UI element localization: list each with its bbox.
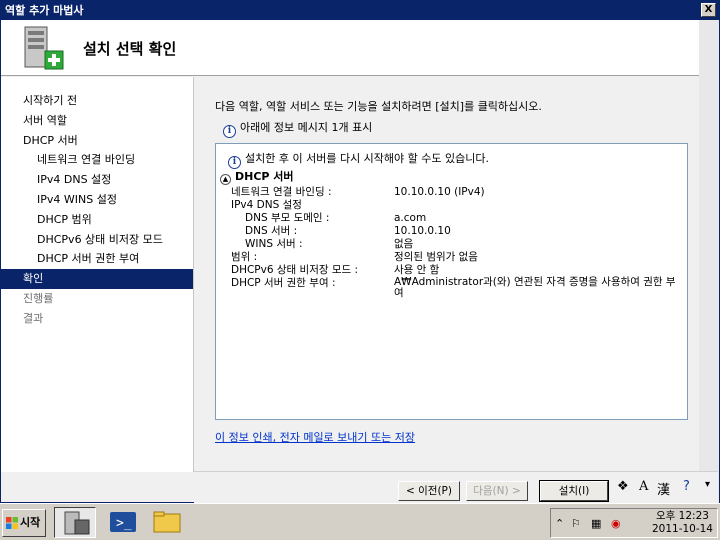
sidebar-step-7: DHCPv6 상태 비저장 모드 (37, 232, 163, 246)
windows-flag-icon (6, 517, 18, 529)
show-hidden-icons-chevron-icon[interactable]: ⌃ (555, 517, 564, 530)
setting-value: A₩Administrator과(와) 연관된 자격 증명을 사용하여 권한 부… (394, 276, 676, 299)
clock-date: 2011-10-14 (651, 523, 713, 535)
taskbar-explorer[interactable] (146, 507, 188, 538)
setting-key: IPv4 DNS 설정 (231, 199, 302, 211)
setting-row: 범위 : 정의된 범위가 없음 (231, 251, 686, 264)
setting-key: DHCP 서버 권한 부여 : (231, 277, 336, 289)
sidebar-step-4: IPv4 DNS 설정 (37, 173, 112, 187)
setting-value: 정의된 범위가 없음 (394, 251, 478, 263)
setting-key: WINS 서버 : (245, 238, 303, 250)
previous-button[interactable]: < 이전(P) (398, 481, 460, 501)
sidebar-step-0: 시작하기 전 (23, 94, 78, 107)
setting-row: DNS 서버 : 10.10.0.10 (231, 225, 686, 238)
window-right-edge (699, 20, 719, 504)
instruction-text: 다음 역할, 역할 서비스 또는 기능을 설치하려면 [설치]를 클릭하십시오. (215, 100, 542, 113)
confirmation-panel: i 설치한 후 이 서버를 다시 시작해야 할 수도 있습니다. ▲ DHCP 서버… (215, 143, 688, 420)
next-button[interactable]: 다음(N) > (466, 481, 528, 501)
powershell-icon: >_ (110, 512, 136, 532)
network-icon[interactable]: ▦ (591, 517, 601, 530)
dhcp-section-header[interactable]: ▲ DHCP 서버 (220, 168, 294, 185)
help-icon[interactable]: ? (683, 479, 690, 494)
setting-key: DHCPv6 상태 비저장 모드 : (231, 264, 359, 276)
setting-row: WINS 서버 : 없음 (231, 238, 686, 251)
title-bar[interactable]: 역할 추가 마법사 X (1, 1, 719, 20)
hanja-icon[interactable]: 漢 (657, 479, 670, 498)
info-message-label: 아래에 정보 메시지 1개 표시 (240, 121, 373, 134)
sidebar-step-8: DHCP 서버 권한 부여 (37, 252, 140, 266)
folder-icon (153, 511, 181, 533)
setting-row: 네트워크 연결 바인딩 : 10.10.0.10 (IPv4) (231, 186, 686, 199)
page-title: 설치 선택 확인 (83, 40, 177, 58)
info-message-toggle[interactable]: i 아래에 정보 메시지 1개 표시 (223, 119, 372, 138)
options-chevron-icon[interactable]: ▾ (705, 479, 710, 490)
volume-muted-icon[interactable]: ◉ (611, 517, 621, 530)
start-button[interactable]: 시작 (2, 509, 46, 537)
setting-key: DNS 부모 도메인 : (245, 212, 330, 224)
main-content: 다음 역할, 역할 서비스 또는 기능을 설치하려면 [설치]를 클릭하십시오.… (195, 77, 699, 472)
window-title: 역할 추가 마법사 (5, 4, 84, 17)
setting-value: 10.10.0.10 (IPv4) (394, 186, 485, 198)
settings-list: 네트워크 연결 바인딩 : 10.10.0.10 (IPv4) IPv4 DNS 설… (231, 186, 686, 301)
taskbar-powershell[interactable]: >_ (102, 507, 144, 538)
sidebar-step-3: 네트워크 연결 바인딩 (37, 153, 136, 167)
restart-note-text: 설치한 후 이 서버를 다시 시작해야 할 수도 있습니다. (245, 152, 489, 165)
clock-time: 오후 12:23 (656, 510, 709, 522)
server-manager-icon (64, 511, 90, 535)
sidebar-step-11: 결과 (23, 311, 44, 325)
section-title: DHCP 서버 (235, 170, 294, 183)
input-mode-icon[interactable]: A (639, 479, 648, 494)
collapse-chevron-icon[interactable]: ▲ (220, 174, 231, 185)
wizard-steps-sidebar: 시작하기 전서버 역할 DHCP 서버네트워크 연결 바인딩 IPv4 DNS 설정… (1, 77, 194, 472)
setting-row: DHCP 서버 권한 부여 : A₩Administrator과(와) 연관된 자… (231, 277, 686, 301)
action-center-flag-icon[interactable]: ⚐ (571, 517, 581, 530)
setting-key: 범위 : (231, 251, 258, 263)
close-button[interactable]: X (701, 3, 716, 17)
setting-key: 네트워크 연결 바인딩 : (231, 186, 332, 198)
setting-row: IPv4 DNS 설정 (231, 199, 686, 212)
server-add-role-icon (24, 26, 64, 70)
sidebar-step-2: DHCP 서버 (23, 133, 78, 147)
install-button[interactable]: 설치(I) (539, 480, 609, 502)
sidebar-step-10: 진행률 (23, 291, 54, 305)
wizard-header: 설치 선택 확인 (1, 20, 719, 76)
setting-key: DNS 서버 : (245, 225, 298, 237)
svg-text:>_: >_ (116, 516, 132, 531)
taskbar: 시작 >_ ⌃ ⚐ ▦ ◉ 오후 12:23 2011-10-14 (0, 503, 720, 540)
sidebar-step-6: DHCP 범위 (37, 212, 92, 226)
sidebar-step-1: 서버 역할 (23, 113, 67, 127)
language-icon[interactable]: ❖ (617, 479, 629, 494)
setting-value: 없음 (394, 238, 414, 250)
setting-row: DNS 부모 도메인 : a.com (231, 212, 686, 225)
start-label: 시작 (20, 516, 41, 529)
sidebar-step-9: 확인 (1, 269, 193, 289)
setting-value: 10.10.0.10 (394, 225, 451, 237)
wizard-window: 역할 추가 마법사 X 설치 선택 확인 시작하기 전 서버 역할 DHCP 서버 네… (0, 0, 720, 504)
print-save-link[interactable]: 이 정보 인쇄, 전자 메일로 보내기 또는 저장 (215, 429, 415, 445)
setting-value: a.com (394, 212, 427, 224)
info-icon: i (223, 125, 236, 138)
sidebar-step-5: IPv4 WINS 설정 (37, 192, 117, 206)
restart-note: i 설치한 후 이 서버를 다시 시작해야 할 수도 있습니다. (228, 150, 489, 169)
language-bar: ❖ A 漢 ? ▾ (611, 478, 720, 500)
taskbar-server-manager[interactable] (54, 507, 96, 538)
clock[interactable]: 오후 12:23 2011-10-14 (652, 510, 713, 536)
system-tray: ⌃ ⚐ ▦ ◉ 오후 12:23 2011-10-14 (550, 508, 718, 538)
